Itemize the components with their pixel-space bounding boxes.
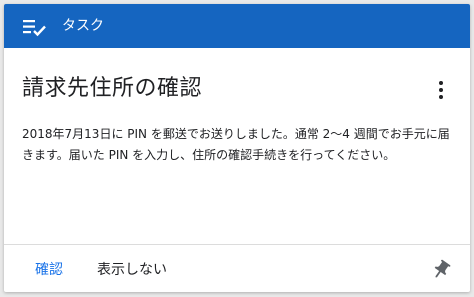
card-body-text: 2018年7月13日に PIN を郵送でお送りしました。通常 2〜4 週間でお手… <box>22 127 450 162</box>
confirm-button[interactable]: 確認 <box>35 260 63 280</box>
task-card: タスク 請求先住所の確認 2018年7月13日に PIN を郵送でお送りしました… <box>4 4 470 292</box>
dismiss-button[interactable]: 表示しない <box>97 260 167 280</box>
card-header: タスク <box>4 4 470 48</box>
header-title: タスク <box>62 18 104 34</box>
card-title: 請求先住所の確認 <box>22 76 203 101</box>
pin-icon[interactable] <box>430 259 452 281</box>
task-list-icon <box>23 20 46 37</box>
divider <box>4 244 470 245</box>
more-vert-icon[interactable] <box>430 78 452 102</box>
